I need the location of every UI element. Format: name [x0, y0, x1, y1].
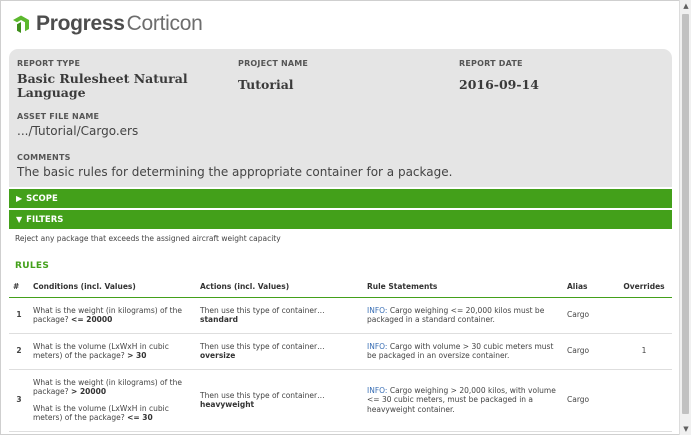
- scroll-down-icon[interactable]: ▼: [680, 423, 691, 435]
- row-alias: Cargo: [567, 395, 590, 405]
- comments-value: The basic rules for determining the appr…: [17, 165, 453, 179]
- asset-file-value: .../Tutorial/Cargo.ers: [17, 124, 139, 138]
- report-info-panel: REPORT TYPE Basic Rulesheet Natural Lang…: [9, 49, 672, 187]
- header-statements: Rule Statements: [367, 282, 438, 292]
- row-actions: Then use this type of container… heavywe…: [196, 369, 363, 431]
- row-overrides: [616, 369, 672, 431]
- row-actions: Then use this type of container… standar…: [196, 297, 363, 333]
- header-alias: Alias: [567, 282, 588, 292]
- row-overrides: [616, 297, 672, 333]
- filters-section-toggle[interactable]: ▼ FILTERS: [9, 210, 672, 229]
- brand-name: Progress: [36, 12, 125, 35]
- row-conditions: What is the volume (LxWxH in cubic meter…: [29, 333, 196, 369]
- filter-statement: Reject any package that exceeds the assi…: [15, 234, 281, 243]
- scrollbar-thumb[interactable]: [682, 14, 689, 414]
- action-value: standard: [200, 315, 238, 324]
- row-statement: INFO: Cargo with volume > 30 cubic meter…: [363, 333, 563, 369]
- statement-text: Cargo weighing > 20,000 kilos, with volu…: [367, 385, 556, 414]
- report-viewport: Progress Corticon REPORT TYPE Basic Rule…: [0, 0, 679, 435]
- header-overrides: Overrides: [623, 282, 665, 292]
- row-overrides: 1: [641, 346, 647, 356]
- header-conditions: Conditions (incl. Values): [33, 282, 136, 292]
- table-row: 1 What is the weight (in kilograms) of t…: [9, 297, 672, 333]
- row-number: 3: [16, 395, 22, 405]
- row-conditions: What is the weight (in kilograms) of the…: [29, 369, 196, 431]
- action-text: Then use this type of container…: [200, 341, 325, 351]
- report-type-value: Basic Rulesheet Natural Language: [17, 71, 188, 100]
- info-tag: INFO:: [367, 305, 388, 315]
- product-name: Corticon: [126, 12, 203, 35]
- action-text: Then use this type of container…: [200, 390, 325, 400]
- action-value: heavyweight: [200, 400, 255, 409]
- asset-file-label: ASSET FILE NAME: [17, 112, 100, 121]
- filters-label: FILTERS: [26, 215, 64, 225]
- scope-section-toggle[interactable]: ▶ SCOPE: [9, 189, 672, 208]
- row-conditions: What is the weight (in kilograms) of the…: [29, 297, 196, 333]
- vertical-scrollbar[interactable]: ▲ ▼: [679, 0, 691, 435]
- project-name-label: PROJECT NAME: [238, 59, 309, 68]
- scroll-up-icon[interactable]: ▲: [680, 0, 691, 12]
- triangle-right-icon: ▶: [16, 194, 23, 203]
- scope-label: SCOPE: [26, 194, 58, 204]
- progress-logo-icon: [13, 15, 29, 33]
- condition-text: What is the weight (in kilograms) of the…: [33, 377, 182, 397]
- condition-value: > 30: [127, 351, 147, 360]
- header-actions: Actions (incl. Values): [200, 282, 290, 292]
- row-statement: INFO: Cargo weighing <= 20,000 kilos mus…: [363, 297, 563, 333]
- row-statement: INFO: Cargo weighing > 20,000 kilos, wit…: [363, 369, 563, 431]
- row-number: 2: [16, 346, 22, 356]
- statement-text: Cargo weighing <= 20,000 kilos must be p…: [367, 305, 545, 325]
- row-alias: Cargo: [567, 346, 590, 356]
- rules-table: # Conditions (incl. Values) Actions (inc…: [9, 277, 672, 432]
- rules-heading: RULES: [15, 261, 50, 271]
- header-num: #: [13, 282, 20, 292]
- progress-corticon-logo: Progress Corticon: [10, 11, 203, 37]
- rules-table-header: # Conditions (incl. Values) Actions (inc…: [9, 277, 672, 297]
- row-alias: Cargo: [567, 310, 590, 320]
- condition-value: <= 30: [127, 413, 153, 422]
- info-tag: INFO:: [367, 341, 388, 351]
- report-type-label: REPORT TYPE: [17, 59, 81, 68]
- row-number: 1: [16, 310, 22, 320]
- statement-text: Cargo with volume > 30 cubic meters must…: [367, 341, 554, 361]
- project-name-value: Tutorial: [238, 77, 294, 92]
- report-date-value: 2016-09-14: [459, 77, 539, 92]
- info-tag: INFO:: [367, 385, 388, 395]
- row-actions: Then use this type of container… oversiz…: [196, 333, 363, 369]
- report-date-label: REPORT DATE: [459, 59, 523, 68]
- comments-label: COMMENTS: [17, 153, 71, 162]
- action-text: Then use this type of container…: [200, 305, 325, 315]
- table-row: 2 What is the volume (LxWxH in cubic met…: [9, 333, 672, 369]
- triangle-down-icon: ▼: [16, 215, 23, 224]
- condition-value: <= 20000: [71, 315, 113, 324]
- condition-value: > 20000: [71, 387, 107, 396]
- action-value: oversize: [200, 351, 236, 360]
- table-row: 3 What is the weight (in kilograms) of t…: [9, 369, 672, 431]
- condition-text: What is the volume (LxWxH in cubic meter…: [33, 341, 169, 361]
